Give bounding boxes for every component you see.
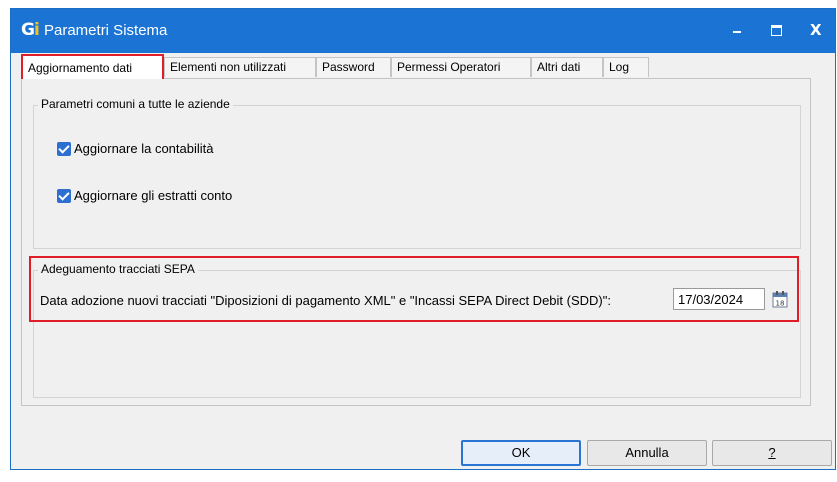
checkbox-row-estratti-conto[interactable]: Aggiornare gli estratti conto — [57, 188, 232, 203]
maximize-button[interactable] — [757, 9, 797, 53]
checkbox-label-estratti-conto[interactable]: Aggiornare gli estratti conto — [74, 188, 232, 203]
group-common-legend: Parametri comuni a tutte le aziende — [38, 97, 233, 111]
group-common-parameters: Parametri comuni a tutte le aziende Aggi… — [33, 97, 801, 249]
ok-button[interactable]: OK — [461, 440, 581, 466]
tab-elementi-non-utilizzati[interactable]: Elementi non utilizzati — [164, 57, 316, 77]
tab-aggiornamento-dati[interactable]: Aggiornamento dati — [21, 54, 164, 79]
tab-password[interactable]: Password — [316, 57, 391, 77]
calendar-day-text: 18 — [776, 300, 785, 308]
logo-letter-g: G — [21, 20, 35, 40]
close-button[interactable]: X — [796, 9, 836, 53]
checkbox-checked-icon[interactable] — [57, 141, 71, 156]
tab-permessi-operatori[interactable]: Permessi Operatori — [391, 57, 531, 77]
sepa-date-input[interactable] — [673, 288, 765, 310]
tab-panel: Parametri comuni a tutte le aziende Aggi… — [21, 78, 811, 406]
tab-altri-dati[interactable]: Altri dati — [531, 57, 603, 77]
window-title: Parametri Sistema — [44, 22, 168, 39]
checkbox-row-contabilita[interactable]: Aggiornare la contabilità — [57, 141, 213, 156]
app-logo-icon: Gi — [21, 20, 40, 40]
minimize-button[interactable] — [718, 9, 758, 53]
help-button-label[interactable]: ? — [768, 445, 775, 460]
calendar-icon[interactable]: 18 — [772, 290, 788, 308]
sepa-date-label: Data adozione nuovi tracciati "Diposizio… — [40, 293, 611, 308]
cancel-button[interactable]: Annulla — [587, 440, 707, 466]
close-icon: X — [810, 21, 822, 39]
tab-log[interactable]: Log — [603, 57, 649, 77]
title-bar[interactable]: Gi Parametri Sistema X — [11, 9, 835, 53]
help-button[interactable]: ? — [712, 440, 832, 466]
checkbox-label-contabilita[interactable]: Aggiornare la contabilità — [74, 141, 213, 156]
logo-letter-i: i — [33, 20, 40, 40]
checkbox-checked-icon[interactable] — [57, 188, 71, 203]
